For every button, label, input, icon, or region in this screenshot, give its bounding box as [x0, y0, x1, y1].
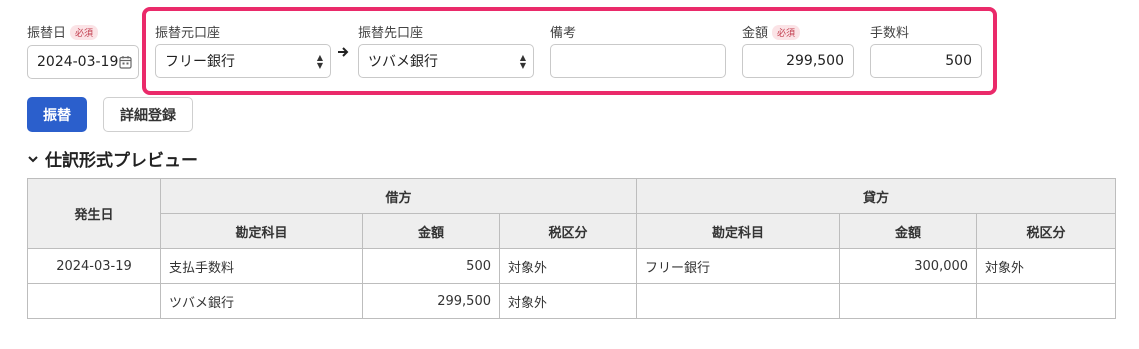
select-arrows-icon: ▲ ▼ [519, 53, 526, 70]
table-row: ツバメ銀行 299,500 対象外 [27, 283, 1117, 319]
table-header-row: 発生日 借方 貸方 [27, 178, 1117, 249]
from-account-value: フリー銀行 [165, 54, 235, 70]
amount-input[interactable]: 299,500 [742, 44, 854, 78]
row-credit-account: フリー銀行 [636, 248, 841, 284]
to-account-select[interactable]: ツバメ銀行 ▲ ▼ [358, 44, 534, 78]
header-credit: 貸方 [636, 178, 1117, 214]
date-value: 2024-03-19 [37, 54, 119, 70]
amount-label-group: 金額 必須 [742, 22, 801, 41]
date-label-group: 振替日 必須 [27, 22, 99, 41]
row-credit-amount [839, 283, 978, 319]
row-credit-amount: 300,000 [839, 248, 978, 284]
table-row: 2024-03-19 支払手数料 500 対象外 フリー銀行 300,000 対… [27, 248, 1117, 284]
preview-section-toggle[interactable]: 仕訳形式プレビュー [27, 146, 198, 171]
chevron-down-icon [28, 155, 38, 162]
header-debit: 借方 [159, 178, 638, 214]
row-debit-tax: 対象外 [498, 283, 638, 319]
header-debit-account: 勘定科目 [160, 213, 363, 249]
fee-value: 500 [945, 53, 972, 69]
arrow-right-icon [336, 45, 350, 63]
fee-label: 手数料 [870, 26, 910, 41]
row-debit-tax: 対象外 [498, 248, 638, 284]
journal-preview-table: 発生日 借方 貸方 勘定科目 金額 税区分 勘定科目 金額 税区分 2024-0… [27, 178, 1117, 319]
select-arrows-icon: ▲ ▼ [316, 53, 323, 70]
row-credit-account [636, 283, 841, 319]
detail-register-button[interactable]: 詳細登録 [103, 97, 193, 132]
from-account-select[interactable]: フリー銀行 ▲ ▼ [155, 44, 331, 78]
required-badge: 必須 [70, 25, 99, 40]
preview-title: 仕訳形式プレビュー [45, 151, 198, 171]
row-debit-amount: 500 [362, 248, 500, 284]
header-debit-amount: 金額 [362, 213, 500, 249]
from-account-label: 振替元口座 [155, 26, 221, 41]
date-input[interactable]: 2024-03-19 [27, 45, 139, 79]
to-account-label: 振替先口座 [358, 26, 424, 41]
row-date [27, 283, 161, 319]
transfer-button[interactable]: 振替 [27, 97, 87, 132]
memo-label: 備考 [550, 26, 577, 41]
row-date: 2024-03-19 [27, 248, 161, 284]
date-label: 振替日 [27, 26, 67, 41]
header-date: 発生日 [27, 178, 161, 249]
row-debit-account: ツバメ銀行 [160, 283, 363, 319]
calendar-icon[interactable] [119, 55, 132, 73]
row-credit-tax: 対象外 [976, 248, 1117, 284]
fee-input[interactable]: 500 [870, 44, 982, 78]
amount-label: 金額 [742, 26, 769, 41]
header-credit-account: 勘定科目 [636, 213, 841, 249]
header-credit-tax: 税区分 [976, 213, 1117, 249]
header-credit-amount: 金額 [839, 213, 978, 249]
row-credit-tax [976, 283, 1117, 319]
amount-value: 299,500 [786, 53, 844, 69]
required-badge: 必須 [772, 25, 801, 40]
row-debit-account: 支払手数料 [160, 248, 363, 284]
to-account-value: ツバメ銀行 [368, 54, 438, 70]
header-debit-tax: 税区分 [498, 213, 638, 249]
row-debit-amount: 299,500 [362, 283, 500, 319]
table-subheader-row: 勘定科目 金額 税区分 勘定科目 金額 税区分 [28, 213, 1117, 249]
memo-input[interactable] [550, 44, 726, 78]
